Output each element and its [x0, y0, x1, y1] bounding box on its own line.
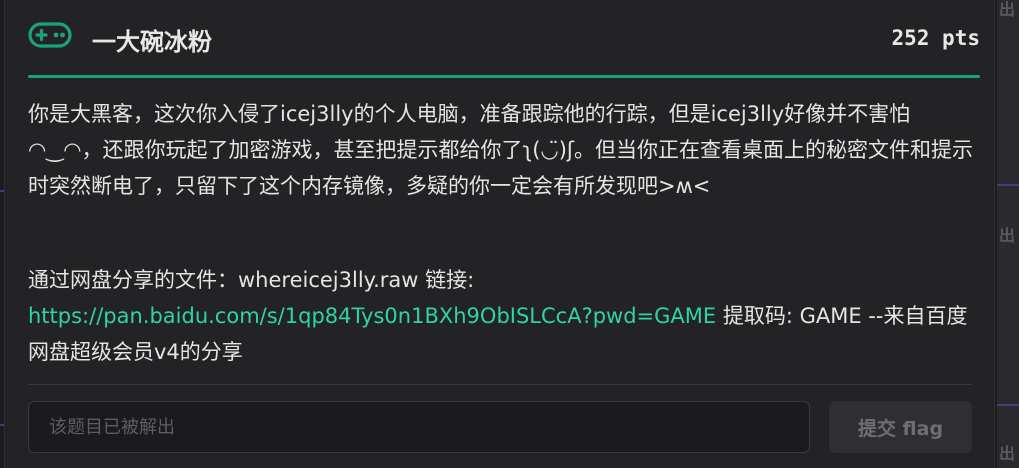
challenge-points: 252 pts: [891, 26, 980, 50]
background-label: 出: [999, 444, 1016, 463]
flag-input[interactable]: [28, 401, 810, 453]
background-divider: [997, 404, 1019, 406]
background-panel: 出 出 出: [997, 0, 1019, 468]
background-label: 出: [999, 0, 1016, 19]
share-info: 通过网盘分享的文件：whereicej3lly.raw 链接: https://…: [28, 262, 978, 370]
form-divider: [28, 384, 972, 385]
challenge-title: 一大碗冰粉: [92, 28, 212, 56]
challenge-header: 一大碗冰粉 252 pts: [28, 16, 980, 64]
background-divider: [997, 184, 1019, 186]
background-label: 出: [999, 226, 1016, 245]
challenge-description: 你是大黑客，这次你入侵了icej3lly的个人电脑，准备跟踪他的行踪，但是ice…: [28, 102, 973, 198]
share-link[interactable]: https://pan.baidu.com/s/1qp84Tys0n1BXh9O…: [28, 304, 716, 328]
share-prefix: 通过网盘分享的文件：whereicej3lly.raw 链接:: [28, 268, 475, 292]
challenge-modal: 一大碗冰粉 252 pts 你是大黑客，这次你入侵了icej3lly的个人电脑，…: [4, 0, 995, 468]
header-accent-line: [28, 75, 980, 78]
gamepad-icon: [28, 22, 72, 48]
submit-flag-button[interactable]: 提交 flag: [829, 401, 972, 453]
